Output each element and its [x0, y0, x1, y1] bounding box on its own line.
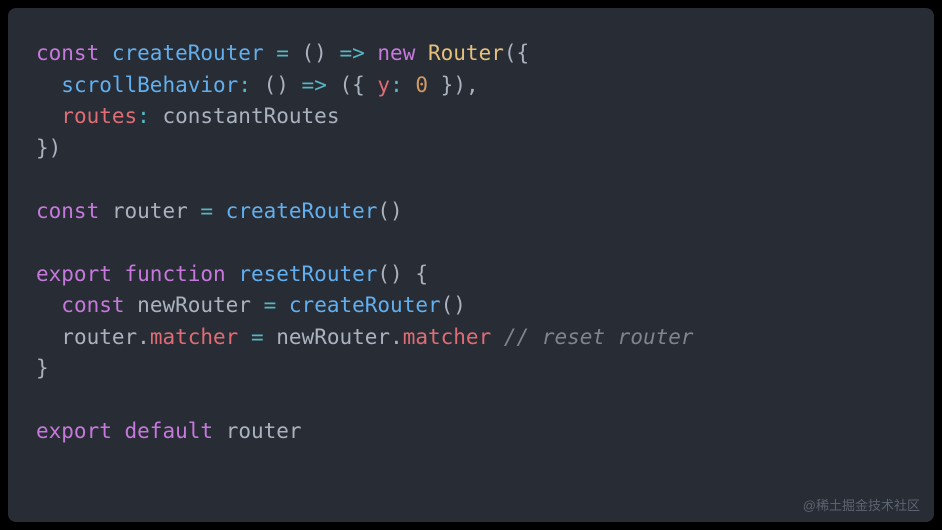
- var-router: router: [226, 419, 302, 443]
- prop-routes: routes: [61, 104, 137, 128]
- operator-eq: =: [238, 325, 276, 349]
- code-block: const createRouter = () => new Router({ …: [8, 8, 934, 522]
- comment: // reset router: [504, 325, 694, 349]
- func-createRouter: createRouter: [289, 293, 441, 317]
- keyword-default: default: [125, 419, 214, 443]
- func-resetRouter: resetRouter: [238, 262, 377, 286]
- parens: (): [264, 73, 289, 97]
- parens: (): [302, 41, 327, 65]
- arrow: =>: [289, 73, 340, 97]
- keyword-function: function: [125, 262, 226, 286]
- keyword-const: const: [36, 41, 99, 65]
- prop-scrollBehavior: scrollBehavior: [61, 73, 238, 97]
- keyword-export: export: [36, 419, 112, 443]
- var-constantRoutes: constantRoutes: [162, 104, 339, 128]
- number-zero: 0: [415, 73, 428, 97]
- watermark: @稀土掘金技术社区: [803, 495, 920, 514]
- indent: [36, 325, 61, 349]
- open-obj: ({: [339, 73, 377, 97]
- parens: (): [377, 262, 402, 286]
- prop-matcher: matcher: [150, 325, 239, 349]
- dot: .: [137, 325, 150, 349]
- code-content: const createRouter = () => new Router({ …: [36, 38, 906, 448]
- operator-eq: =: [251, 293, 289, 317]
- open-brace: {: [403, 262, 428, 286]
- space: [491, 325, 504, 349]
- prop-matcher: matcher: [403, 325, 492, 349]
- keyword-const: const: [36, 199, 99, 223]
- close-brace: }: [36, 356, 49, 380]
- prop-y: y: [377, 73, 390, 97]
- operator-eq: =: [188, 199, 226, 223]
- var-newRouter: newRouter: [276, 325, 390, 349]
- keyword-new: new: [377, 41, 415, 65]
- colon: :: [238, 73, 263, 97]
- keyword-export: export: [36, 262, 112, 286]
- dot: .: [390, 325, 403, 349]
- close-obj: }),: [428, 73, 479, 97]
- close-brace: }): [36, 136, 61, 160]
- indent: [36, 104, 61, 128]
- arrow: =>: [327, 41, 378, 65]
- class-Router: Router: [428, 41, 504, 65]
- operator-eq: =: [264, 41, 302, 65]
- colon: :: [137, 104, 162, 128]
- var-router: router: [61, 325, 137, 349]
- parens: (): [441, 293, 466, 317]
- var-router: router: [112, 199, 188, 223]
- parens: (): [377, 199, 402, 223]
- open-brace: ({: [504, 41, 529, 65]
- var-newRouter: newRouter: [137, 293, 251, 317]
- func-createRouter: createRouter: [226, 199, 378, 223]
- indent: [36, 73, 61, 97]
- func-createRouter: createRouter: [112, 41, 264, 65]
- keyword-const: const: [61, 293, 124, 317]
- indent: [36, 293, 61, 317]
- colon: :: [390, 73, 415, 97]
